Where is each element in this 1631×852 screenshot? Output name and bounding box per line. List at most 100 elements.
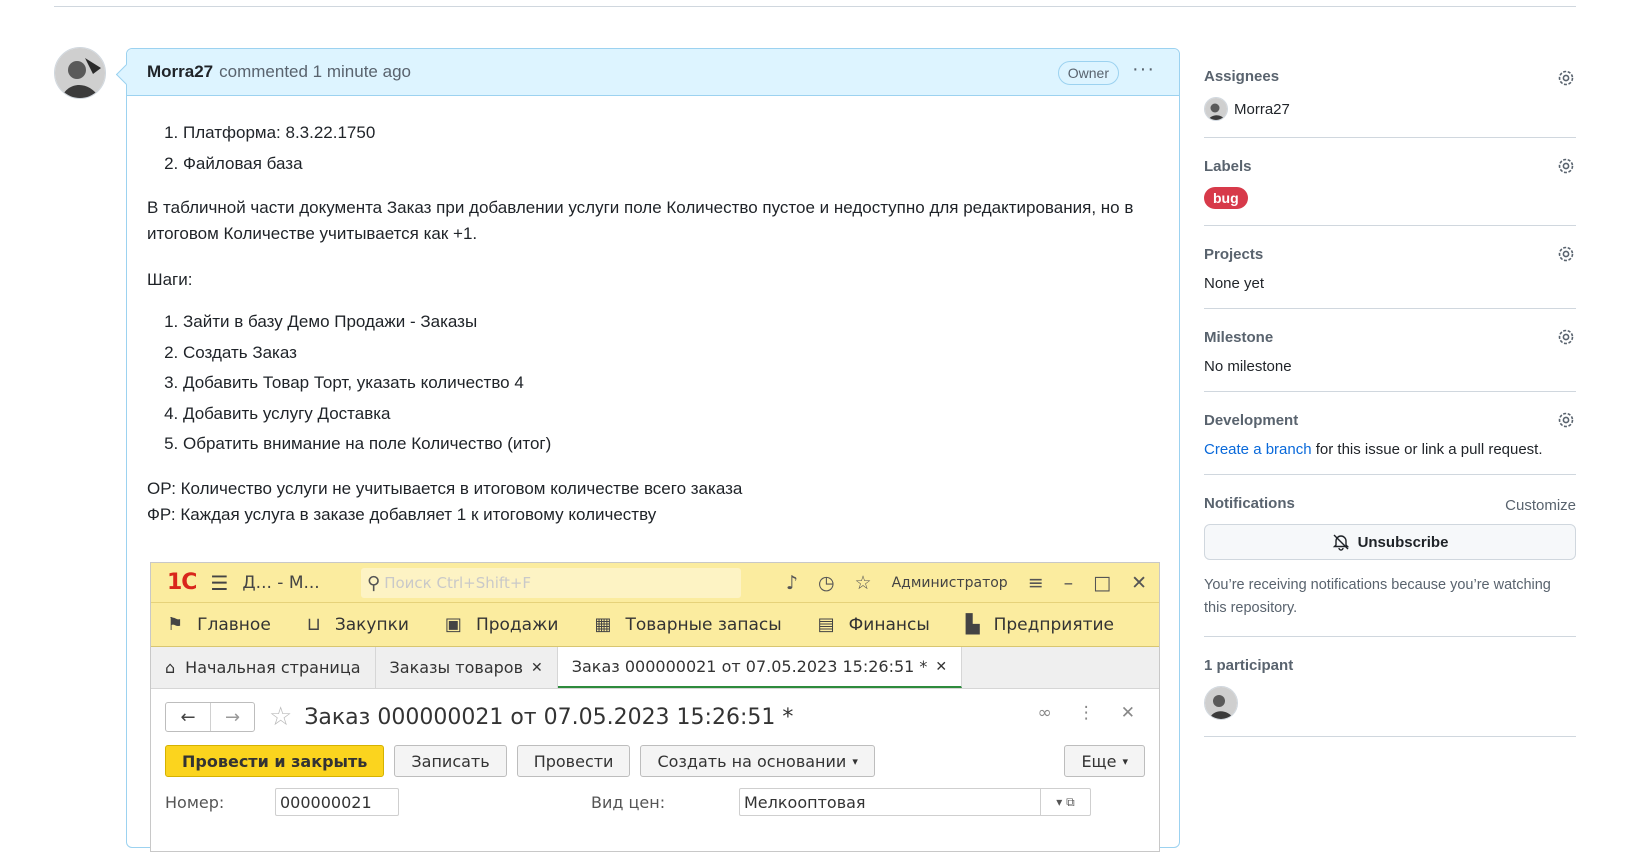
steps-list: Зайти в базу Демо Продажи - Заказы Созда… [147,307,1159,460]
close-tab-icon: ✕ [935,658,948,675]
participant-avatar[interactable] [1204,686,1238,720]
settings-lines-icon: ≡ [1027,572,1044,594]
gear-icon[interactable] [1556,327,1576,347]
1c-post-close-button: Провести и закрыть [165,745,385,777]
sidebar-title: Milestone [1204,329,1274,346]
close-tab-icon: ✕ [531,659,543,676]
1c-tab-orders: Заказы товаров ✕ [376,647,558,688]
unsubscribe-button[interactable]: Unsubscribe [1204,524,1576,560]
hamburger-menu-icon: ☰ [210,570,229,595]
avatar [1204,97,1228,121]
1c-nav-buttons: ← → [165,702,255,732]
gear-icon[interactable] [1556,156,1576,176]
list-item: Создать Заказ [183,338,1159,369]
sidebar-notifications: Notifications Customize Unsubscribe You’… [1204,475,1576,637]
1c-number-field: 000000021 [275,788,399,816]
1c-section-label: Главное [197,614,271,635]
1c-search-field: ⚲ Поиск Ctrl+Shift+F [361,568,741,598]
maximize-icon: □ [1093,572,1112,594]
1c-section: ▙ Предприятие [966,614,1114,635]
sidebar-labels: Labels bug [1204,138,1576,226]
bell-icon: ♪ [785,572,798,594]
dropdown-icon: ▾ ⧉ [1040,789,1090,815]
label-bug[interactable]: bug [1204,187,1248,209]
comment-timestamp[interactable]: commented 1 minute ago [219,62,411,82]
1c-section: ⊔ Закупки [307,614,409,635]
link-icon: ∞ [1037,703,1052,723]
close-icon: ✕ [1131,572,1147,594]
sidebar-title: Assignees [1204,68,1280,85]
unsubscribe-label: Unsubscribe [1357,533,1449,551]
1c-tab-label: Заказ 000000021 от 07.05.2023 15:26:51 * [571,657,928,676]
1c-tab-label: Начальная страница [185,658,361,677]
create-branch-link[interactable]: Create a branch [1204,441,1312,458]
home-icon: ⌂ [165,658,176,677]
caret-down-icon: ▾ [1122,754,1128,768]
development-rest: for this issue or link a pull request. [1311,441,1543,458]
1c-section: ▦ Товарные запасы [594,614,781,635]
1c-section-label: Продажи [475,614,559,635]
assignee-item[interactable]: Morra27 [1204,97,1576,121]
1c-logo: 1С [167,570,197,595]
milestone-value: No milestone [1204,358,1292,375]
wallet-icon: ▤ [817,614,835,635]
issue-sidebar: Assignees Morra27 Labels bug Projects No… [1204,50,1576,737]
1c-search-placeholder: Поиск Ctrl+Shift+F [384,574,532,592]
arrow-right-icon: → [210,703,254,731]
1c-button-label: Создать на основании [657,751,847,771]
bell-slash-icon [1332,534,1349,551]
sidebar-title: Labels [1204,158,1252,175]
customize-link[interactable]: Customize [1505,497,1576,514]
1c-price-type-label: Вид цен: [591,792,666,812]
1c-post-button: Провести [516,745,631,777]
gear-icon[interactable] [1556,410,1576,430]
environment-list: Платформа: 8.3.22.1750 Файловая база [147,118,1159,179]
minimize-icon: – [1063,572,1074,594]
grid-icon: ▦ [594,614,612,635]
1c-form-title: Заказ 000000021 от 07.05.2023 15:26:51 * [304,704,794,730]
1c-create-based-button: Создать на основании ▾ [640,745,875,777]
1c-tab-label: Заказы товаров [389,658,523,677]
cart-icon: ⊔ [306,614,321,635]
list-item: Добавить услугу Доставка [183,399,1159,430]
list-item: Обратить внимание на поле Количество (ит… [183,429,1159,460]
gear-icon[interactable] [1556,244,1576,264]
1c-section: ▣ Продажи [445,614,559,635]
1c-section: ⚑ Главное [167,614,271,635]
1c-section-label: Предприятие [993,614,1114,635]
arrow-left-icon: ← [180,706,196,728]
assignee-name: Morra27 [1234,100,1290,118]
top-divider [54,6,1576,7]
gear-icon[interactable] [1556,68,1576,88]
list-item: Платформа: 8.3.22.1750 [183,118,1159,149]
embedded-screenshot-1c[interactable]: 1С ☰ Д... - М... ⚲ Поиск Ctrl+Shift+F ♪ … [150,562,1160,852]
more-vertical-icon: ⋮ [1077,703,1095,723]
1c-window-title: Д... - М... [242,572,320,593]
notification-reason: You’re receiving notifications because y… [1204,577,1551,616]
steps-heading: Шаги: [147,270,193,289]
1c-section: ▤ Финансы [818,614,930,635]
1c-form-header: ← → ☆ Заказ 000000021 от 07.05.2023 15:2… [165,699,1145,735]
close-icon: ✕ [1120,703,1135,723]
sidebar-title: Development [1204,412,1299,429]
history-icon: ◷ [817,572,835,594]
author-avatar[interactable] [54,47,106,99]
1c-tab-order: Заказ 000000021 от 07.05.2023 15:26:51 *… [557,647,963,688]
sidebar-participants: 1 participant [1204,637,1576,737]
favorite-star-icon: ☆ [269,702,293,732]
comment-author-link[interactable]: Morra27 [147,62,213,82]
list-item: Зайти в базу Демо Продажи - Заказы [183,307,1159,338]
kebab-menu-icon[interactable]: ··· [1132,58,1155,81]
1c-price-type-value: Мелкооптовая [744,792,866,812]
1c-order-form: ← → ☆ Заказ 000000021 от 07.05.2023 15:2… [151,689,1159,817]
1c-button-label: Еще [1081,751,1117,771]
actual-result: ФР: Каждая услуга в заказе добавляет 1 к… [147,504,657,524]
sidebar-projects: Projects None yet [1204,226,1576,309]
1c-titlebar: 1С ☰ Д... - М... ⚲ Поиск Ctrl+Shift+F ♪ … [151,563,1159,603]
comment-header: Morra27 commented 1 minute ago Owner ··· [127,49,1179,96]
1c-user-name: Администратор [891,575,1008,591]
1c-form-actions: Провести и закрыть Записать Провести Соз… [165,743,1145,779]
1c-section-label: Финансы [848,614,930,635]
projects-value: None yet [1204,275,1265,292]
description-text: В табличной части документа Заказ при до… [147,198,1134,243]
